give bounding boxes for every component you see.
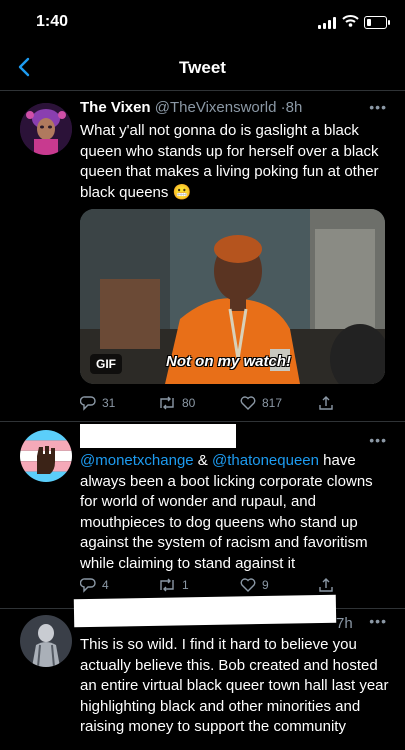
tweet-time: 8h bbox=[285, 99, 303, 116]
redacted-header bbox=[80, 424, 236, 448]
share-button[interactable] bbox=[318, 577, 334, 593]
wifi-icon bbox=[342, 15, 359, 27]
redacted-header bbox=[73, 594, 337, 628]
share-icon bbox=[319, 396, 333, 410]
heart-icon bbox=[240, 578, 256, 592]
retweet-count: 1 bbox=[182, 578, 189, 592]
retweet-icon bbox=[160, 396, 174, 410]
reply-icon bbox=[80, 578, 96, 593]
reply-button[interactable]: 4 bbox=[80, 577, 109, 593]
mention-connector: & bbox=[193, 452, 212, 469]
tweet-header: The Vixen @TheVixensworld ·8h bbox=[80, 99, 302, 116]
reply-tweet[interactable]: 7h ••• This is so wild. I find it hard t… bbox=[0, 594, 405, 750]
mention-link[interactable]: @thatonequeen bbox=[212, 452, 319, 469]
page-title: Tweet bbox=[179, 58, 226, 77]
tweet-actions: 31 80 817 bbox=[80, 395, 380, 415]
tweet-body: What y'all not gonna do is gaslight a bl… bbox=[80, 122, 379, 201]
retweet-icon bbox=[160, 578, 174, 592]
more-options-icon[interactable]: ••• bbox=[369, 99, 387, 115]
reply-tweet[interactable]: ••• @monetxchange & @thatonequeen have a… bbox=[0, 422, 405, 609]
reply-count: 31 bbox=[102, 396, 116, 410]
navigation-bar: Tweet bbox=[0, 44, 405, 91]
like-button[interactable]: 817 bbox=[240, 395, 282, 411]
like-button[interactable]: 9 bbox=[240, 577, 269, 593]
main-tweet[interactable]: The Vixen @TheVixensworld ·8h ••• What y… bbox=[0, 91, 405, 422]
like-count: 817 bbox=[262, 396, 283, 410]
gif-media[interactable]: GIF Not on my watch! bbox=[80, 209, 385, 384]
tweet-text: This is so wild. I find it hard to belie… bbox=[80, 636, 389, 735]
reply-count: 4 bbox=[102, 578, 109, 592]
tweet-text: What y'all not gonna do is gaslight a bl… bbox=[80, 121, 390, 203]
tweet-time: 7h bbox=[336, 615, 353, 632]
display-name[interactable]: The Vixen bbox=[80, 99, 151, 116]
heart-icon bbox=[240, 396, 256, 410]
tweet-text: @monetxchange & @thatonequeen have alway… bbox=[80, 451, 390, 574]
cellular-signal-icon bbox=[318, 17, 338, 29]
more-options-icon[interactable]: ••• bbox=[369, 613, 387, 629]
like-count: 9 bbox=[262, 578, 269, 592]
retweet-button[interactable]: 80 bbox=[158, 395, 195, 411]
tweet-body: have always been a boot licking corporat… bbox=[80, 452, 373, 572]
avatar[interactable] bbox=[20, 615, 72, 667]
status-bar: 1:40 bbox=[0, 0, 405, 44]
reply-button[interactable]: 31 bbox=[80, 395, 115, 411]
more-options-icon[interactable]: ••• bbox=[369, 432, 387, 448]
share-button[interactable] bbox=[318, 395, 334, 411]
retweet-button[interactable]: 1 bbox=[158, 577, 189, 593]
battery-icon bbox=[364, 16, 390, 29]
avatar[interactable] bbox=[20, 103, 72, 155]
reply-icon bbox=[80, 396, 96, 411]
status-time: 1:40 bbox=[36, 13, 69, 30]
grimacing-emoji: 😬 bbox=[172, 183, 192, 201]
user-handle[interactable]: @TheVixensworld bbox=[155, 99, 277, 116]
retweet-count: 80 bbox=[182, 396, 196, 410]
avatar[interactable] bbox=[20, 430, 72, 482]
share-icon bbox=[319, 578, 333, 592]
gif-badge: GIF bbox=[90, 354, 122, 374]
gif-caption: Not on my watch! bbox=[166, 353, 292, 370]
mention-link[interactable]: @monetxchange bbox=[80, 452, 194, 469]
